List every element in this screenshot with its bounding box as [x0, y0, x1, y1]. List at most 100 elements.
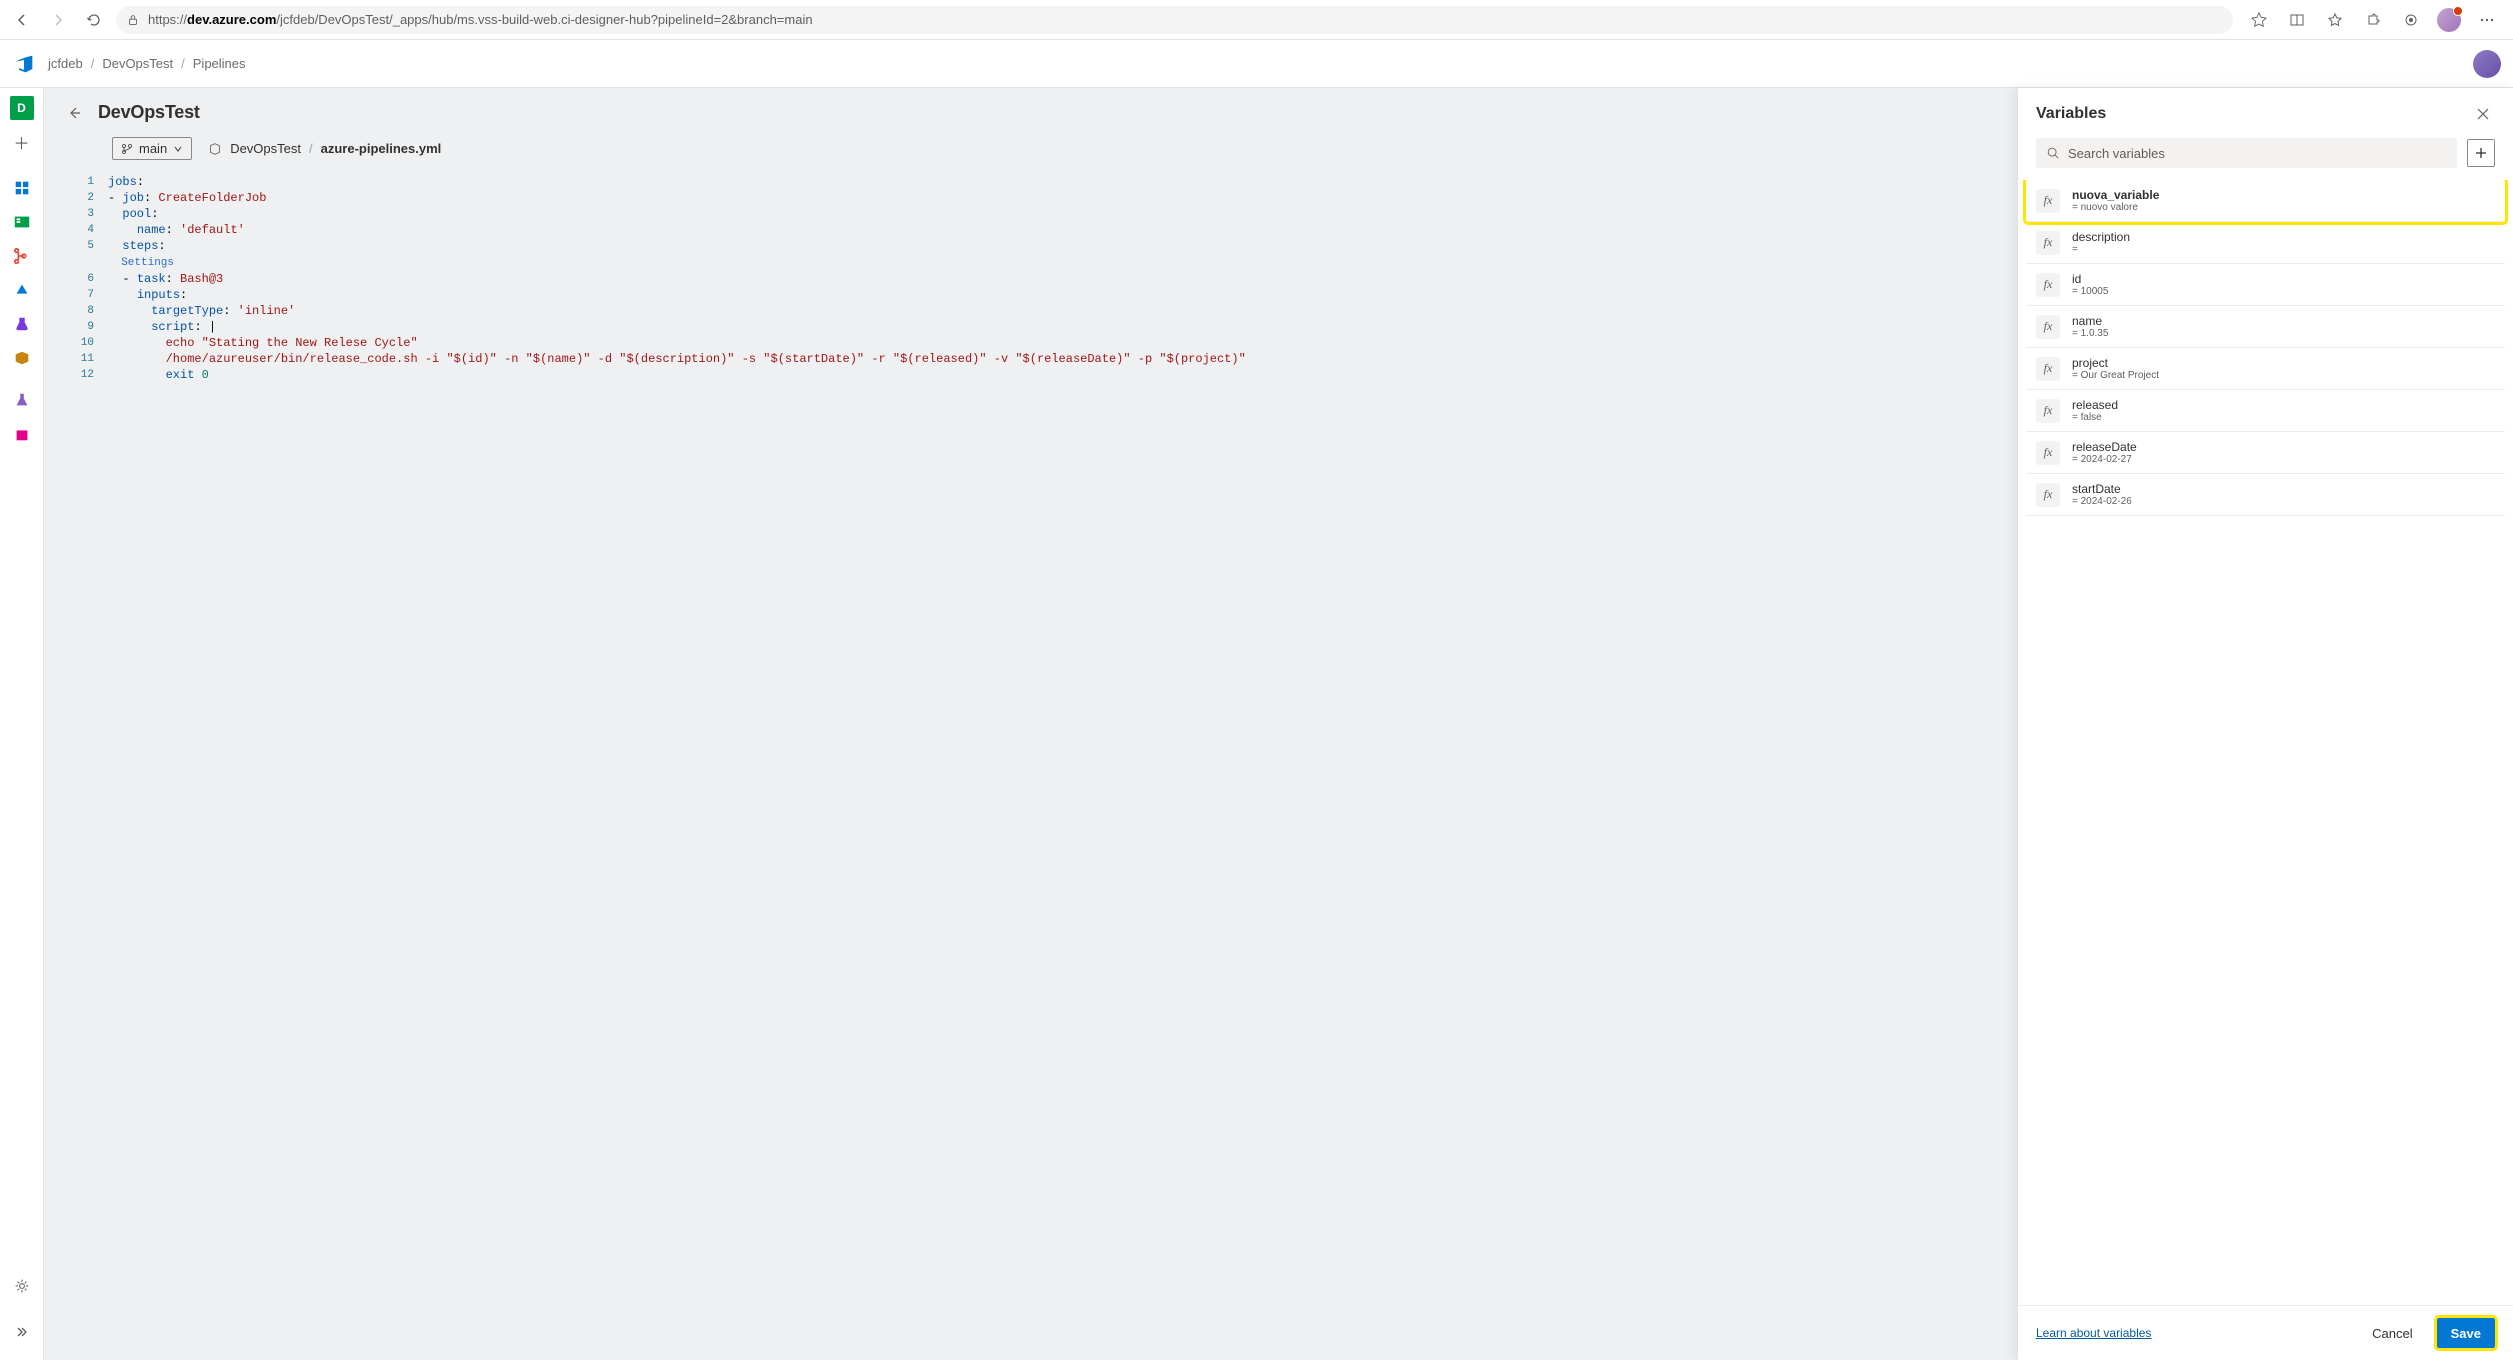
branch-name: main: [139, 141, 167, 156]
azure-devops-logo-icon[interactable]: [12, 52, 36, 76]
breadcrumb-sep: /: [181, 56, 185, 71]
variable-row[interactable]: project= Our Great Project: [2026, 348, 2505, 390]
code-content: jobs:: [108, 174, 144, 190]
chevron-down-icon: [173, 144, 183, 154]
file-name[interactable]: azure-pipelines.yml: [321, 141, 442, 156]
variable-row[interactable]: name= 1.0.35: [2026, 306, 2505, 348]
split-button[interactable]: [2279, 4, 2315, 36]
nav-extra2[interactable]: [6, 418, 38, 450]
variable-row[interactable]: description=: [2026, 222, 2505, 264]
variable-value: = Our Great Project: [2072, 370, 2159, 381]
favorite-button[interactable]: [2241, 4, 2277, 36]
code-content: - job: CreateFolderJob: [108, 190, 266, 206]
nav-settings[interactable]: [6, 1270, 38, 1302]
variable-value: =: [2072, 244, 2130, 255]
variable-name: id: [2072, 272, 2108, 286]
branch-selector[interactable]: main: [112, 137, 192, 160]
code-content: steps:: [108, 238, 166, 254]
left-nav-rail: D ＋: [0, 88, 44, 1360]
variable-text: released= false: [2072, 398, 2118, 423]
line-number: [64, 254, 108, 271]
nav-overview[interactable]: [6, 172, 38, 204]
variable-text: releaseDate= 2024-02-27: [2072, 440, 2137, 465]
repo-icon: [208, 142, 222, 156]
variable-row[interactable]: released= false: [2026, 390, 2505, 432]
refresh-button[interactable]: [80, 6, 108, 34]
variable-value: = 10005: [2072, 286, 2108, 297]
line-number: 4: [64, 222, 108, 238]
search-variables-input[interactable]: Search variables: [2036, 138, 2457, 168]
add-variable-button[interactable]: [2467, 139, 2495, 167]
fx-icon: [2036, 231, 2060, 255]
fx-icon: [2036, 189, 2060, 213]
variable-row[interactable]: nuova_variable= nuovo valore: [2026, 180, 2505, 222]
tracking-icon: [2403, 12, 2419, 28]
learn-about-variables-link[interactable]: Learn about variables: [2036, 1326, 2151, 1340]
variable-value: = 2024-02-27: [2072, 454, 2137, 465]
variable-value: = false: [2072, 412, 2118, 423]
more-button[interactable]: [2469, 4, 2505, 36]
variable-row[interactable]: releaseDate= 2024-02-27: [2026, 432, 2505, 474]
testplans-icon: [13, 315, 31, 333]
breadcrumb-section[interactable]: Pipelines: [193, 56, 246, 71]
fx-icon: [2036, 399, 2060, 423]
breadcrumb-org[interactable]: jcfdeb: [48, 56, 83, 71]
close-icon: [2476, 107, 2490, 121]
code-content: Settings: [108, 254, 174, 271]
nav-repos[interactable]: [6, 240, 38, 272]
repo-name[interactable]: DevOpsTest: [230, 141, 301, 156]
back-arrow-button[interactable]: [64, 103, 84, 123]
variable-value: = 1.0.35: [2072, 328, 2108, 339]
variable-row[interactable]: id= 10005: [2026, 264, 2505, 306]
gear-icon: [14, 1278, 30, 1294]
flask-icon: [13, 391, 31, 409]
back-button[interactable]: [8, 6, 36, 34]
nav-collapse[interactable]: [6, 1316, 38, 1348]
extensions-button[interactable]: [2355, 4, 2391, 36]
search-icon: [2046, 146, 2060, 160]
variable-value: = nuovo valore: [2072, 202, 2159, 213]
project-tile[interactable]: D: [10, 96, 34, 120]
forward-button[interactable]: [44, 6, 72, 34]
more-horizontal-icon: [2479, 12, 2495, 28]
collections-button[interactable]: [2317, 4, 2353, 36]
breadcrumb: jcfdeb / DevOpsTest / Pipelines: [48, 56, 246, 71]
close-panel-button[interactable]: [2471, 102, 2495, 126]
nav-pipelines[interactable]: [6, 274, 38, 306]
variable-name: name: [2072, 314, 2108, 328]
breadcrumb-sep: /: [91, 56, 95, 71]
nav-extra1[interactable]: [6, 384, 38, 416]
line-number: 12: [64, 367, 108, 383]
variable-text: startDate= 2024-02-26: [2072, 482, 2132, 507]
breadcrumb-project[interactable]: DevOpsTest: [102, 56, 173, 71]
arrow-right-icon: [50, 12, 66, 28]
puzzle-icon: [2365, 12, 2381, 28]
variable-text: nuova_variable= nuovo valore: [2072, 188, 2159, 213]
fx-icon: [2036, 357, 2060, 381]
code-content: exit 0: [108, 367, 209, 383]
lock-icon: [126, 13, 140, 27]
add-project-button[interactable]: ＋: [6, 126, 38, 158]
star-plus-icon: [2327, 12, 2343, 28]
line-number: 6: [64, 271, 108, 287]
url-bar[interactable]: https://dev.azure.com/jcfdeb/DevOpsTest/…: [116, 6, 2233, 34]
code-content: script: |: [108, 319, 216, 335]
code-content: inputs:: [108, 287, 187, 303]
cancel-button[interactable]: Cancel: [2358, 1318, 2426, 1348]
line-number: 7: [64, 287, 108, 303]
nav-artifacts[interactable]: [6, 342, 38, 374]
profile-button[interactable]: [2431, 4, 2467, 36]
nav-testplans[interactable]: [6, 308, 38, 340]
code-content: targetType: 'inline': [108, 303, 295, 319]
variable-name: releaseDate: [2072, 440, 2137, 454]
arrow-left-icon: [66, 105, 82, 121]
nav-boards[interactable]: [6, 206, 38, 238]
user-avatar[interactable]: [2473, 50, 2501, 78]
variable-name: description: [2072, 230, 2130, 244]
variables-panel-title: Variables: [2036, 105, 2106, 123]
variable-text: id= 10005: [2072, 272, 2108, 297]
settings-browser-button[interactable]: [2393, 4, 2429, 36]
variable-row[interactable]: startDate= 2024-02-26: [2026, 474, 2505, 516]
fx-icon: [2036, 315, 2060, 339]
save-button[interactable]: Save: [2437, 1318, 2495, 1348]
